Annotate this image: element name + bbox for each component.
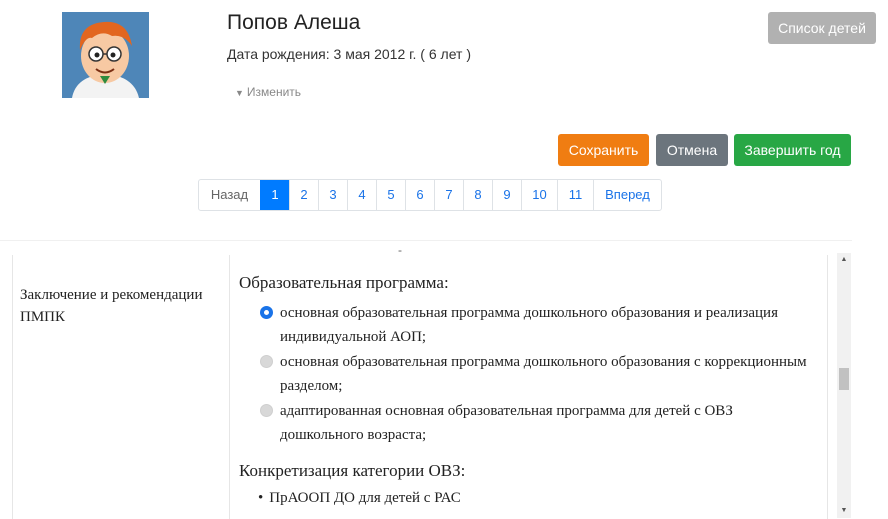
pagination-page[interactable]: 5 <box>376 180 405 210</box>
ovz-title: Конкретизация категории ОВЗ: <box>239 461 466 480</box>
scroll-up-arrow-icon[interactable]: ▲ <box>837 253 851 267</box>
program-option-label: основная образовательная программа дошко… <box>280 305 778 345</box>
form-panel: - Заключение и рекомендации ПМПК Образов… <box>0 240 852 519</box>
pagination-page[interactable]: 7 <box>434 180 463 210</box>
ovz-list-item: • ПрАООП ДО для детей с РАС <box>258 490 461 507</box>
children-list-button[interactable]: Список детей <box>768 12 876 44</box>
save-button[interactable]: Сохранить <box>558 134 649 166</box>
caret-down-icon: ▼ <box>235 88 244 98</box>
pagination: Назад 1 2 3 4 5 6 7 8 9 10 11 Вперед <box>198 179 662 211</box>
program-option[interactable]: основная образовательная программа дошко… <box>258 350 820 398</box>
program-title: Образовательная программа: <box>239 273 449 292</box>
radio-unselected-icon[interactable] <box>260 355 273 368</box>
pagination-page[interactable]: 11 <box>557 180 593 210</box>
program-option-label: основная образовательная программа дошко… <box>280 354 807 394</box>
pagination-next[interactable]: Вперед <box>593 180 661 210</box>
program-option[interactable]: основная образовательная программа дошко… <box>258 301 820 349</box>
scroll-down-arrow-icon[interactable]: ▼ <box>837 504 851 518</box>
avatar <box>62 12 149 98</box>
birth-date: Дата рождения: 3 мая 2012 г. ( 6 лет ) <box>227 46 471 62</box>
edit-link[interactable]: ▼ Изменить <box>235 85 301 99</box>
pagination-page[interactable]: 3 <box>318 180 347 210</box>
child-name: Попов Алеша <box>227 11 361 34</box>
edit-link-label: Изменить <box>246 85 302 99</box>
row-label: Заключение и рекомендации ПМПК <box>20 287 203 325</box>
radio-selected-icon[interactable] <box>260 306 273 319</box>
avatar-image <box>62 12 149 98</box>
pagination-page[interactable]: 4 <box>347 180 376 210</box>
column-divider <box>12 255 13 519</box>
clipped-text-mark: - <box>398 243 402 257</box>
finish-year-button[interactable]: Завершить год <box>734 134 851 166</box>
pagination-page[interactable]: 8 <box>463 180 492 210</box>
pagination-page[interactable]: 6 <box>405 180 434 210</box>
program-option[interactable]: адаптированная основная образовательная … <box>258 399 820 447</box>
ovz-item-label: ПрАООП ДО для детей с РАС <box>269 490 461 506</box>
pagination-page[interactable]: 2 <box>289 180 318 210</box>
column-divider <box>827 255 828 519</box>
column-divider <box>229 255 230 519</box>
scrollbar[interactable]: ▲ ▼ <box>837 253 851 518</box>
pagination-page[interactable]: 10 <box>521 180 557 210</box>
program-option-label: адаптированная основная образовательная … <box>280 403 733 443</box>
cancel-button[interactable]: Отмена <box>656 134 728 166</box>
bullet-icon: • <box>258 490 264 506</box>
radio-unselected-icon[interactable] <box>260 404 273 417</box>
pagination-prev[interactable]: Назад <box>199 180 260 210</box>
pagination-page[interactable]: 1 <box>260 180 289 210</box>
scrollbar-thumb[interactable] <box>839 368 849 390</box>
pagination-page[interactable]: 9 <box>492 180 521 210</box>
